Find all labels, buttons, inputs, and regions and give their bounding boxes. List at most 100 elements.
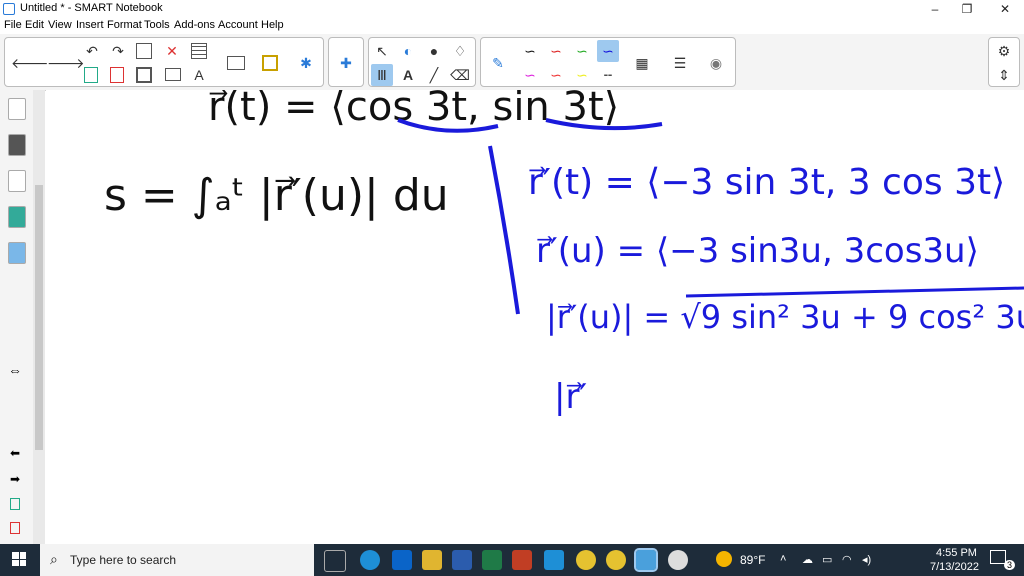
taskbar-search[interactable]: ⌕ Type here to search [40, 544, 314, 576]
minimize-button[interactable]: – [918, 0, 952, 18]
whiteboard-canvas[interactable]: r⃗(t) = ⟨cos 3t, sin 3t⟩ s = ∫ₐᵗ |r⃗′(u)… [46, 84, 1024, 544]
excel-icon[interactable] [482, 550, 502, 570]
table-icon[interactable] [191, 43, 207, 59]
menu-addons[interactable]: Add-ons [174, 19, 215, 31]
properties-icon[interactable] [8, 206, 26, 228]
toolbar-group-tools: ↖ ◐ ● ♢ Ⅲ A ╱ ⌫ [368, 37, 476, 87]
delete-icon[interactable]: ✕ [161, 40, 183, 62]
gallery-icon[interactable] [8, 134, 26, 156]
fit-text-icon[interactable]: A [188, 64, 210, 86]
smart-notebook-icon[interactable] [634, 548, 658, 572]
wifi-icon[interactable]: ◠ [842, 553, 852, 566]
pen-tool-icon[interactable]: Ⅲ [371, 64, 393, 86]
screen-shade-icon[interactable] [165, 68, 181, 81]
menu-help[interactable]: Help [261, 19, 284, 31]
toolbar: 🡐 🡒 ↶ ↷ ✕ A ✱ ✚ ↖ ◐ ● ♢ Ⅲ A ╱ ⌫ ✎ ∽ ∽ ∽ … [0, 34, 1024, 91]
weather-temp[interactable]: 89°F [740, 553, 765, 567]
delete-page-icon[interactable] [110, 67, 124, 83]
pen-magenta-icon[interactable]: ∽ [519, 64, 541, 86]
notification-count: 3 [1004, 560, 1016, 570]
menu-view[interactable]: View [48, 19, 72, 31]
outlook-icon[interactable] [392, 550, 412, 570]
menu-tools[interactable]: Tools [144, 19, 170, 31]
magnitude-partial: |r⃗′ [554, 377, 587, 417]
panel-right-icon[interactable]: ➡ [10, 472, 20, 486]
save-icon[interactable] [136, 67, 152, 83]
paint-icon[interactable]: ♢ [449, 40, 471, 62]
pen-yellow-icon[interactable]: ∽ [571, 64, 593, 86]
menu-edit[interactable]: Edit [25, 19, 44, 31]
pen-icon[interactable]: ✎ [487, 52, 509, 74]
windows-start-icon[interactable] [12, 552, 26, 566]
toolbar-group-pens: ✎ ∽ ∽ ∽ ∽ ∽ ∽ ∽ ╌ ▦ ☰ ◉ [480, 37, 736, 87]
pen-dashed-icon[interactable]: ╌ [597, 64, 619, 86]
clock-time[interactable]: 4:55 PM [936, 547, 977, 559]
search-icon: ⌕ [50, 551, 58, 567]
panel-resize-icon[interactable]: ⇔ [8, 362, 22, 378]
panel-left-icon[interactable]: ⬅ [10, 446, 20, 460]
close-button[interactable]: ✕ [988, 0, 1022, 18]
line-style-icon[interactable]: ☰ [669, 52, 691, 74]
pen-red-dash-icon[interactable]: ∽ [545, 64, 567, 86]
magnitude-u: |r⃗′(u)| = √9 sin² 3u + 9 cos² 3u [546, 298, 1024, 336]
open-file-icon[interactable] [84, 67, 98, 83]
word-icon[interactable] [452, 550, 472, 570]
menu-bar: File Edit View Insert Format Tools Add-o… [0, 18, 1024, 34]
task-view-icon[interactable] [324, 550, 346, 572]
page-sorter-icon[interactable] [8, 98, 26, 120]
onedrive-icon[interactable]: ☁ [802, 553, 813, 566]
puzzle-icon[interactable]: ✚ [335, 52, 357, 74]
fill-icon[interactable]: ● [423, 40, 445, 62]
file-explorer-icon[interactable] [422, 550, 442, 570]
tray-chevron-icon[interactable]: ˄ [780, 553, 786, 565]
menu-format[interactable]: Format [107, 19, 142, 31]
chrome-icon[interactable] [576, 550, 596, 570]
title-bar: Untitled * - SMART Notebook – ❐ ✕ [0, 0, 1024, 18]
response-icon[interactable] [262, 55, 278, 71]
app-icon [3, 3, 15, 15]
pen-black-icon[interactable]: ∽ [519, 40, 541, 62]
color-palette-icon[interactable]: ▦ [631, 52, 653, 74]
forward-icon[interactable]: 🡒 [47, 52, 85, 74]
weather-icon[interactable] [716, 551, 732, 567]
chrome-profile-icon[interactable] [606, 550, 626, 570]
toolbar-group-main: 🡐 🡒 ↶ ↷ ✕ A ✱ [4, 37, 324, 87]
line-tool-icon[interactable]: ╱ [423, 64, 445, 86]
attachments-icon[interactable] [8, 170, 26, 192]
remove-page-icon[interactable] [10, 522, 20, 534]
side-panel: ⇔ ⬅ ➡ [0, 90, 34, 544]
store-icon[interactable] [544, 550, 564, 570]
eraser-icon[interactable]: ⌫ [449, 64, 471, 86]
back-icon[interactable]: 🡐 [11, 52, 49, 74]
menu-file[interactable]: File [4, 19, 22, 31]
restore-button[interactable]: ❐ [950, 0, 984, 18]
volume-icon[interactable]: ◂) [862, 553, 871, 566]
select-icon[interactable]: ↖ [371, 40, 393, 62]
scrollbar-thumb[interactable] [35, 185, 43, 450]
search-input[interactable]: Type here to search [70, 553, 176, 567]
undo-icon[interactable]: ↶ [81, 40, 103, 62]
redo-icon[interactable]: ↷ [107, 40, 129, 62]
derivative-u: r⃗′(u) = ⟨−3 sin3u, 3cos3u⟩ [536, 231, 979, 271]
pen-red-icon[interactable]: ∽ [545, 40, 567, 62]
display-icon[interactable] [227, 56, 245, 70]
addons-panel-icon[interactable] [8, 242, 26, 264]
menu-insert[interactable]: Insert [76, 19, 104, 31]
gear-icon[interactable]: ⚙ [993, 40, 1015, 62]
clock-date[interactable]: 7/13/2022 [930, 561, 979, 573]
powerpoint-icon[interactable] [512, 550, 532, 570]
pen-blue-icon[interactable]: ∽ [597, 40, 619, 62]
network-icon[interactable]: ▭ [822, 553, 832, 566]
shapes-icon[interactable]: ◐ [397, 40, 419, 62]
new-page-icon[interactable] [136, 43, 152, 59]
fill-effects-icon[interactable]: ◉ [705, 52, 727, 74]
app-icon-extra[interactable] [668, 550, 688, 570]
add-page-icon[interactable] [10, 498, 20, 510]
updown-icon[interactable]: ⇕ [993, 64, 1015, 86]
pen-green-icon[interactable]: ∽ [571, 40, 593, 62]
addon-icon[interactable]: ✱ [295, 52, 317, 74]
edge-icon[interactable] [360, 550, 380, 570]
menu-account[interactable]: Account [218, 19, 258, 31]
handwriting-layer: r⃗(t) = ⟨cos 3t, sin 3t⟩ s = ∫ₐᵗ |r⃗′(u)… [104, 84, 1024, 417]
text-tool-icon[interactable]: A [397, 64, 419, 86]
